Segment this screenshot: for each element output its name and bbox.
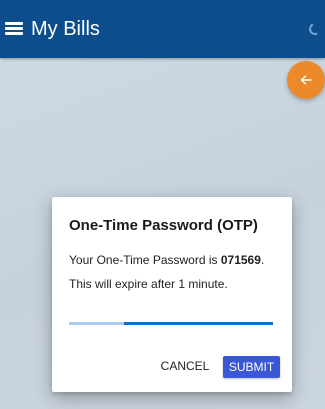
submit-button[interactable]: SUBMIT: [223, 356, 280, 378]
dialog-title: One-Time Password (OTP): [69, 217, 258, 234]
otp-message: Your One-Time Password is 071569.: [69, 253, 264, 267]
otp-expiry-text: This will expire after 1 minute.: [69, 277, 228, 291]
arrow-left-icon: [300, 75, 312, 85]
otp-timer-progress: [69, 322, 273, 325]
back-fab-button[interactable]: [287, 61, 325, 99]
otp-message-prefix: Your One-Time Password is: [69, 253, 221, 267]
cancel-button[interactable]: CANCEL: [156, 354, 214, 378]
app-bar: My Bills: [0, 0, 325, 58]
otp-message-suffix: .: [260, 253, 265, 267]
otp-timer-progress-fill: [124, 322, 273, 325]
otp-dialog: One-Time Password (OTP) Your One-Time Pa…: [52, 197, 292, 392]
hamburger-menu-icon[interactable]: [5, 22, 23, 35]
otp-code: 071569: [220, 253, 261, 267]
page-title: My Bills: [31, 18, 100, 40]
loading-spinner-icon: [307, 21, 323, 37]
